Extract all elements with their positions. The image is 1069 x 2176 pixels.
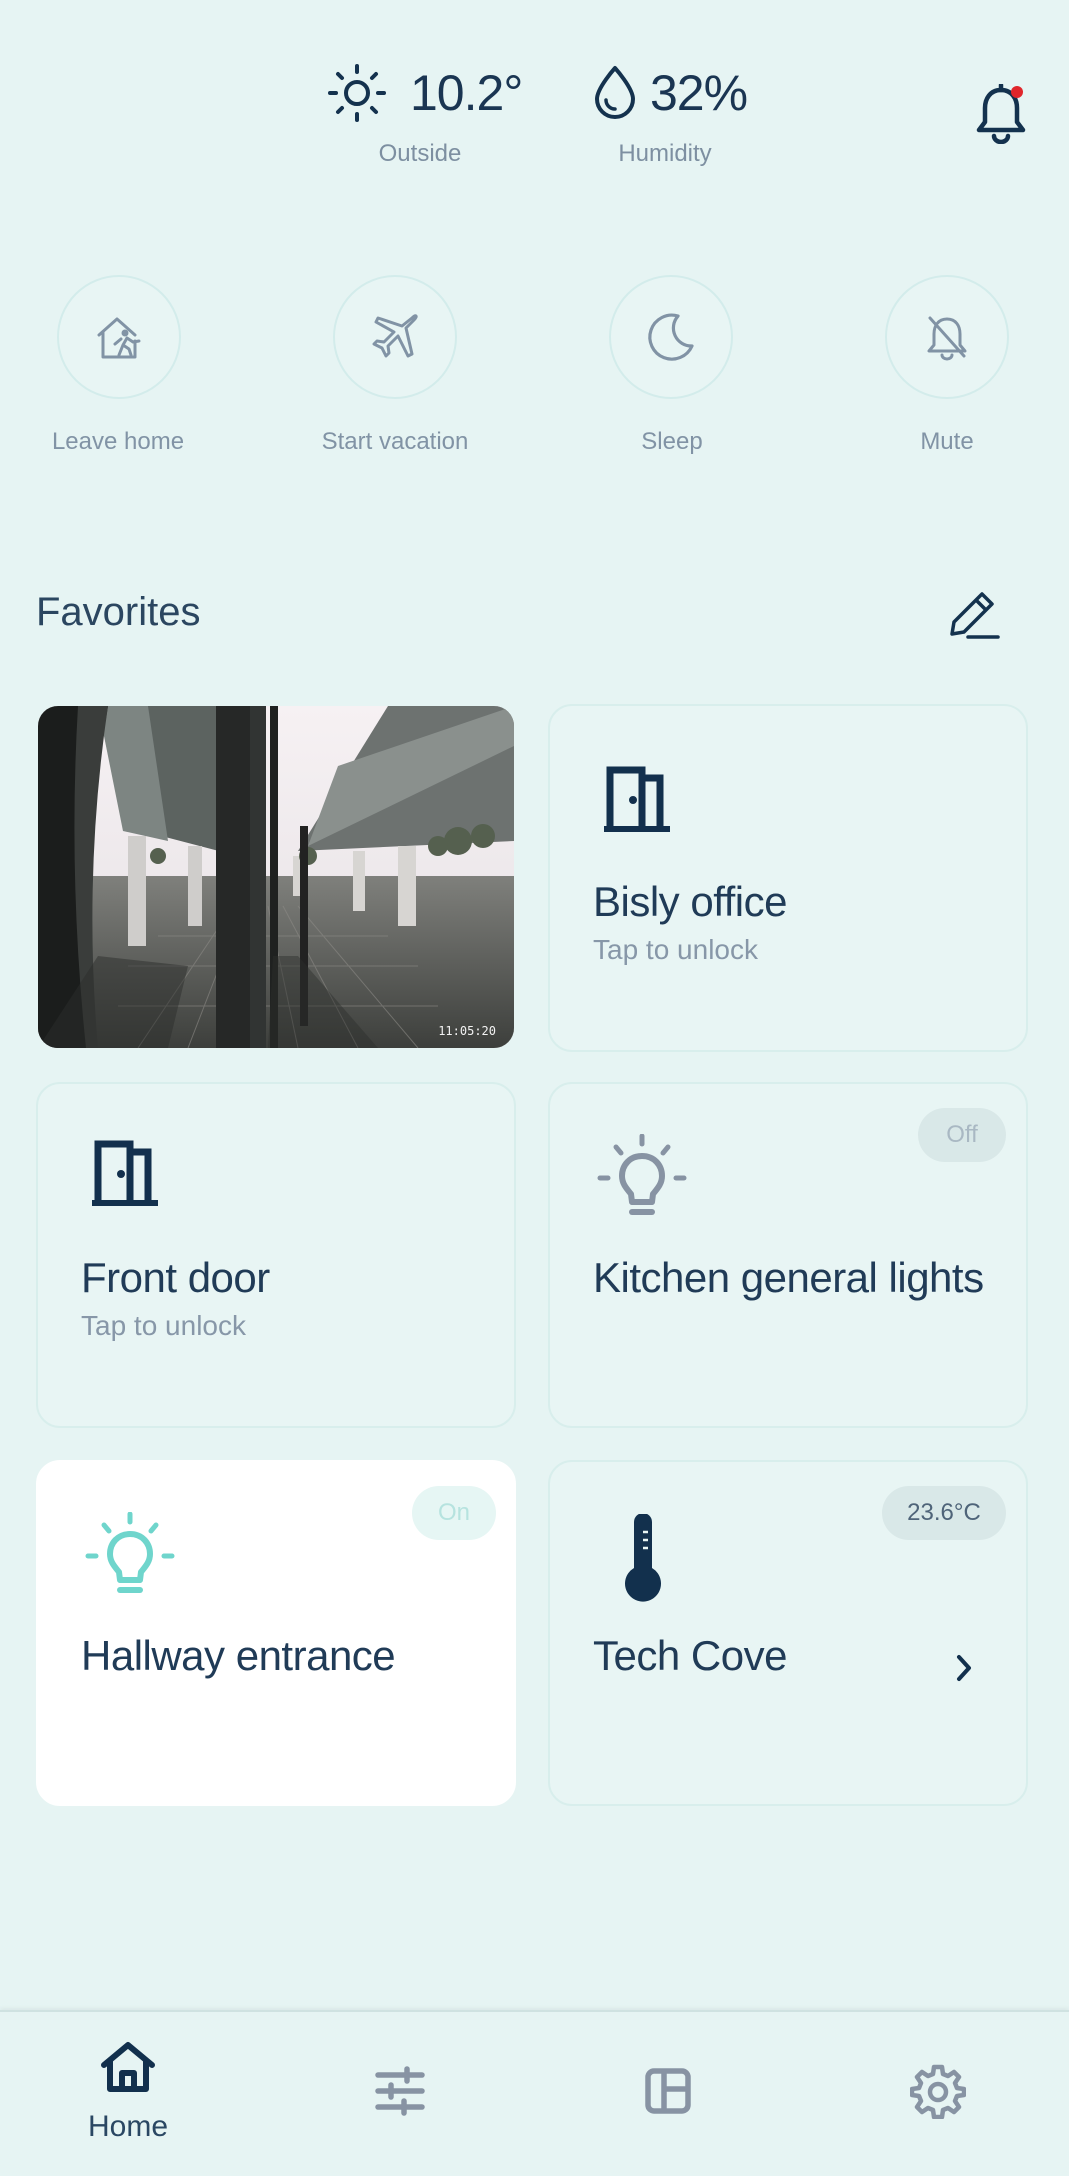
- bottom-navigation: Home: [0, 2010, 1069, 2176]
- sun-icon: [328, 64, 386, 122]
- favorites-title: Favorites: [36, 590, 201, 634]
- droplet-icon: [595, 66, 635, 119]
- nav-home[interactable]: [88, 2032, 168, 2102]
- card-subtitle: Tap to unlock: [593, 934, 758, 965]
- lightbulb-icon: [85, 1512, 175, 1593]
- scene-button[interactable]: [333, 275, 457, 399]
- card-title: Bisly office: [593, 878, 787, 925]
- humidity-label: Humidity: [618, 140, 712, 167]
- scene-label: Mute: [920, 428, 974, 455]
- bell-off-icon: [927, 316, 967, 361]
- scene-label: Start vacation: [321, 428, 469, 455]
- layout-icon: [645, 2068, 691, 2114]
- door-icon: [92, 1140, 158, 1206]
- favorite-card-hallway-entrance[interactable]: On Hallway entrance: [36, 1460, 516, 1806]
- moon-icon: [648, 313, 694, 361]
- temperature-pill: 23.6°C: [882, 1486, 1006, 1540]
- nav-rooms[interactable]: [628, 2056, 708, 2126]
- favorite-card-front-door[interactable]: Front door Tap to unlock: [36, 1082, 516, 1428]
- card-title: Kitchen general lights: [593, 1254, 984, 1301]
- thermometer-icon: [625, 1514, 661, 1602]
- scene-button[interactable]: [885, 275, 1009, 399]
- scene-label: Leave home: [51, 428, 185, 455]
- card-subtitle: Tap to unlock: [81, 1310, 246, 1341]
- scene-label: Sleep: [641, 428, 703, 455]
- scene-button[interactable]: [57, 275, 181, 399]
- edit-pencil-icon[interactable]: [942, 584, 1004, 646]
- lightbulb-icon: [597, 1134, 687, 1215]
- camera-timestamp: 11:05:20: [438, 1024, 496, 1038]
- nav-controls[interactable]: [360, 2056, 440, 2126]
- card-title: Front door: [81, 1254, 270, 1301]
- home-icon: [101, 2042, 155, 2092]
- card-title: Tech Cove: [593, 1632, 787, 1679]
- status-pill: On: [412, 1486, 496, 1540]
- favorite-card-tech-cove[interactable]: 23.6°C Tech Cove: [548, 1460, 1028, 1806]
- outside-label: Outside: [378, 140, 462, 167]
- camera-image: [38, 706, 514, 1048]
- airplane-icon: [372, 314, 418, 358]
- favorite-card-bisly-office[interactable]: Bisly office Tap to unlock: [548, 704, 1028, 1052]
- nav-home-label: Home: [87, 2110, 169, 2143]
- nav-settings[interactable]: [898, 2056, 978, 2126]
- notification-badge: [1011, 86, 1023, 98]
- card-title: Hallway entrance: [81, 1632, 396, 1679]
- scene-button[interactable]: [609, 275, 733, 399]
- favorite-card-kitchen-lights[interactable]: Off Kitchen general lights: [548, 1082, 1028, 1428]
- humidity-value: 32%: [650, 65, 748, 121]
- gear-icon: [910, 2064, 966, 2119]
- sliders-icon: [375, 2066, 425, 2116]
- camera-feed[interactable]: 11:05:20: [38, 706, 514, 1048]
- outside-temperature: 10.2°: [410, 65, 523, 121]
- leave-home-icon: [97, 317, 141, 359]
- door-icon: [604, 766, 670, 832]
- chevron-right-icon[interactable]: [954, 1652, 976, 1684]
- status-pill: Off: [918, 1108, 1006, 1162]
